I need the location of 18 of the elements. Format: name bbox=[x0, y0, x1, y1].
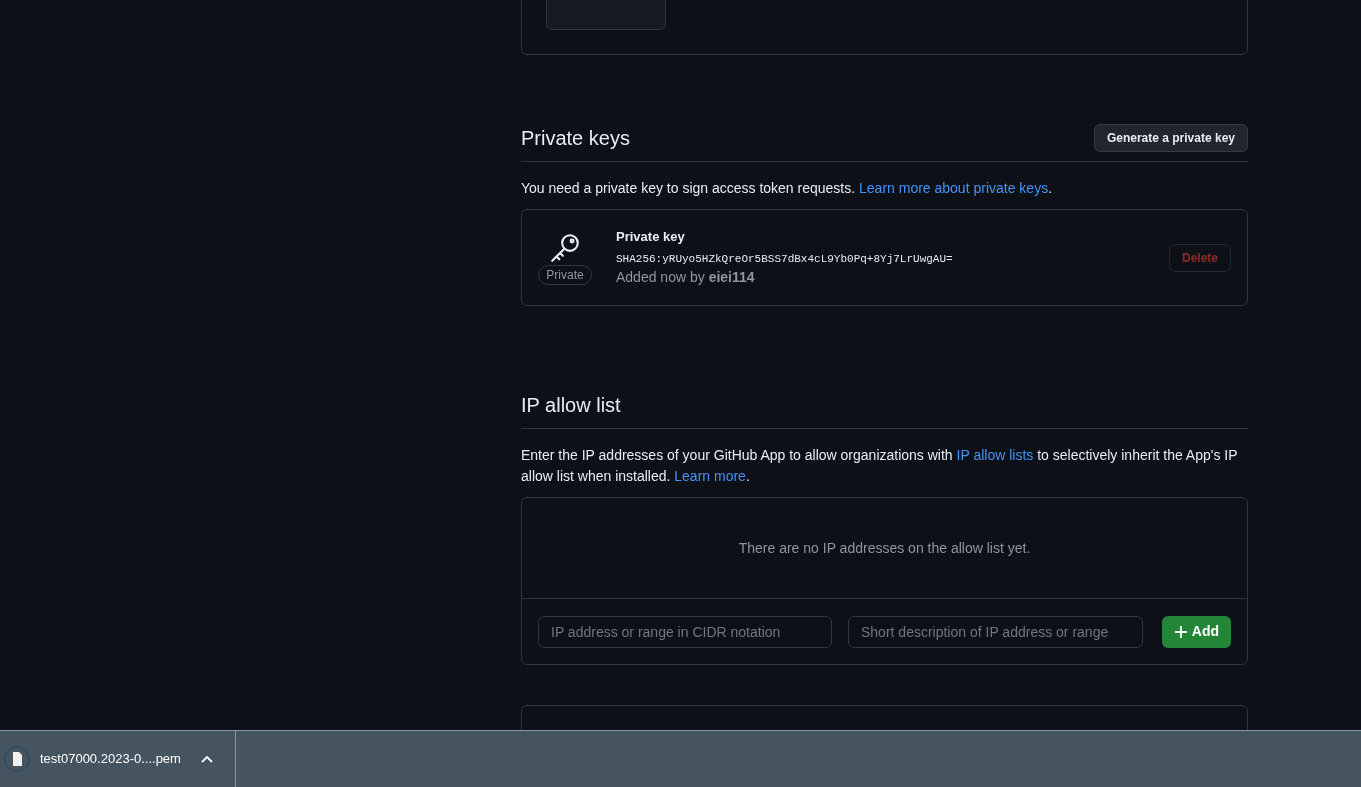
ip-address-field[interactable]: IP address or range in CIDR notation bbox=[538, 615, 832, 648]
ip-description-field[interactable]: Short description of IP address or range bbox=[848, 615, 1143, 648]
learn-more-link[interactable]: Learn more bbox=[674, 468, 746, 484]
download-filename[interactable]: test07000.2023-0....pem bbox=[40, 749, 181, 769]
chevron-up-icon[interactable] bbox=[200, 755, 213, 763]
section-title: IP allow list bbox=[521, 393, 622, 418]
ip-allow-lists-link[interactable]: IP allow lists bbox=[956, 447, 1034, 463]
key-added-info: Added now by eiei114 bbox=[616, 268, 756, 287]
empty-message: There are no IP addresses on the allow list yet. bbox=[738, 538, 1031, 558]
key-name: Private key bbox=[616, 228, 686, 246]
section-title: Private keys bbox=[521, 126, 630, 151]
plus-icon bbox=[1173, 624, 1188, 639]
add-button[interactable]: Add bbox=[1161, 615, 1231, 648]
section-description: Enter the IP addresses of your GitHub App to allow organizations with IP allow lists to selectively inherit the App's IP allow list when installed. Learn more. bbox=[521, 446, 1239, 486]
key-fingerprint: SHA256:yRUyo5HZkQreOr5BSS7dBx4cL9Yb0Pq+8Yj7LrUwgAU= bbox=[616, 251, 954, 267]
section-description: You need a private key to sign access token requests. Learn more about private keys. bbox=[521, 179, 1054, 198]
file-icon bbox=[4, 746, 30, 772]
generate-key-button[interactable]: Generate a private key bbox=[1093, 124, 1248, 152]
